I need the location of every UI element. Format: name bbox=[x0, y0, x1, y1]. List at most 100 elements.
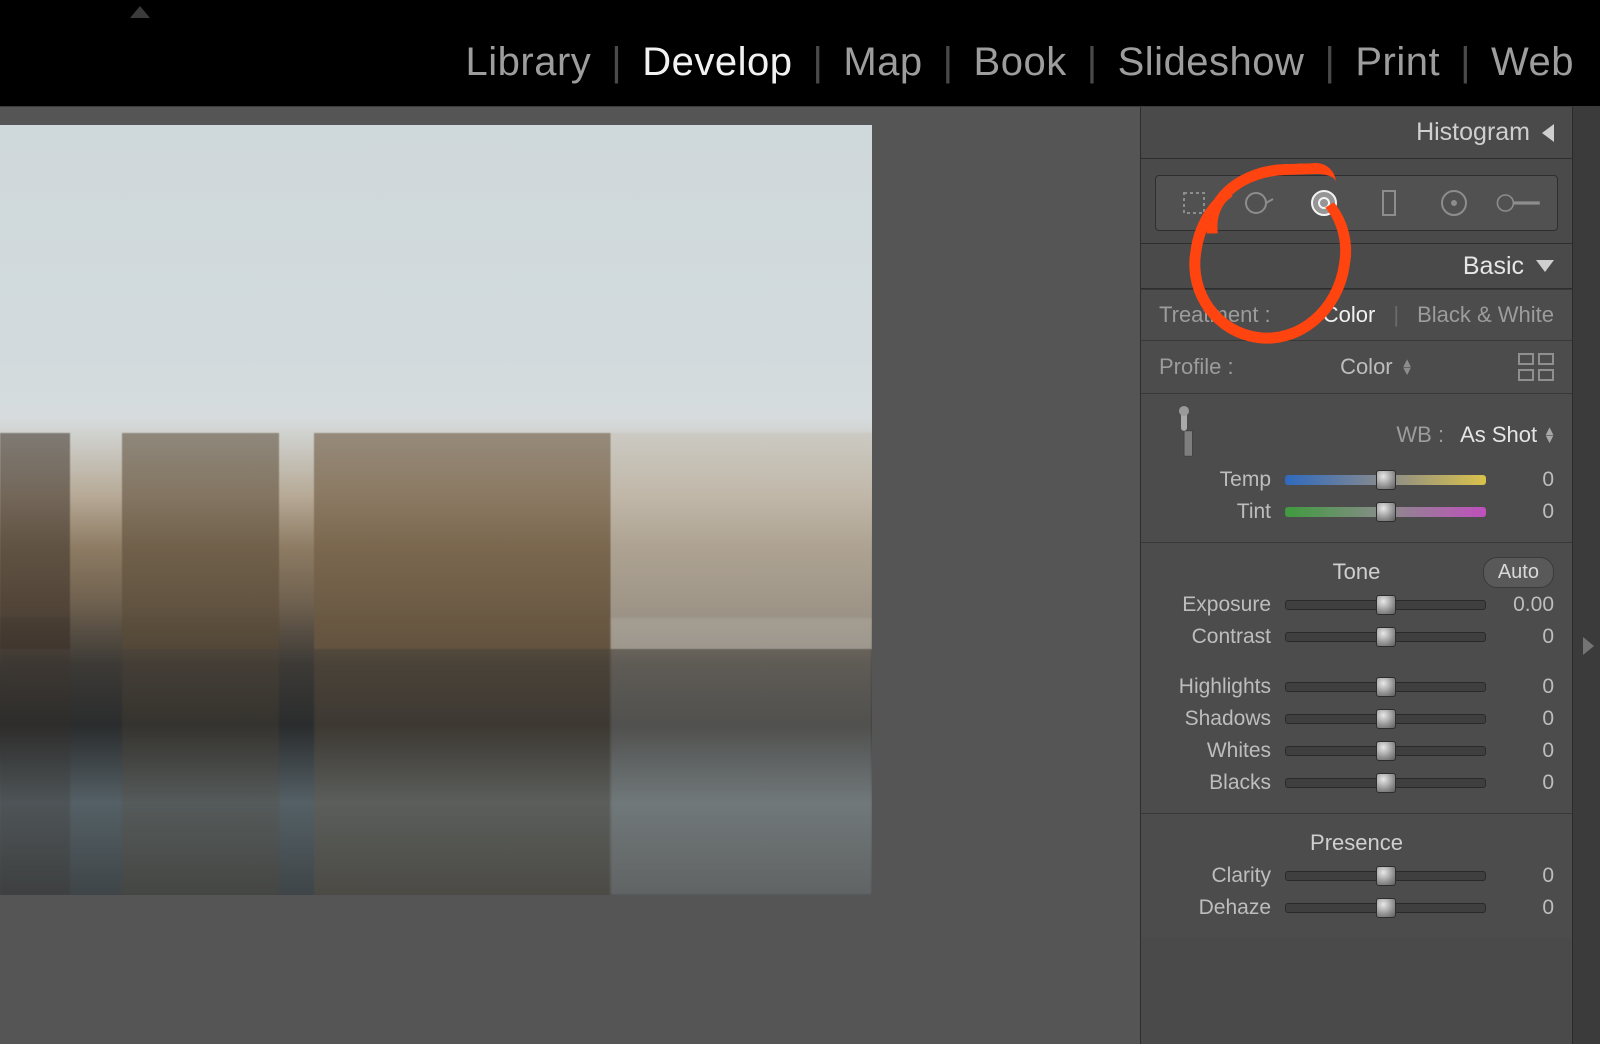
adjustment-brush-tool[interactable] bbox=[1495, 183, 1543, 223]
temp-slider-row: Temp 0 bbox=[1159, 468, 1554, 492]
whites-slider-row: Whites 0 bbox=[1159, 739, 1554, 763]
tint-slider-row: Tint 0 bbox=[1159, 500, 1554, 524]
tint-slider[interactable] bbox=[1285, 507, 1486, 517]
profile-value: Color bbox=[1340, 354, 1393, 380]
graduated-filter-tool[interactable] bbox=[1365, 183, 1413, 223]
contrast-slider[interactable] bbox=[1285, 632, 1486, 642]
module-web[interactable]: Web bbox=[1485, 40, 1580, 85]
dehaze-value[interactable]: 0 bbox=[1500, 896, 1554, 920]
histogram-panel-header[interactable]: Histogram bbox=[1141, 107, 1572, 159]
tint-slider-thumb[interactable] bbox=[1376, 502, 1396, 522]
basic-label: Basic bbox=[1463, 252, 1524, 281]
wb-value: As Shot bbox=[1460, 422, 1537, 448]
image-viewer[interactable] bbox=[0, 107, 1140, 1044]
module-divider: | bbox=[929, 40, 968, 85]
contrast-slider-thumb[interactable] bbox=[1376, 627, 1396, 647]
shadows-slider-thumb[interactable] bbox=[1376, 709, 1396, 729]
whites-slider[interactable] bbox=[1285, 746, 1486, 756]
module-divider: | bbox=[1446, 40, 1485, 85]
module-slideshow[interactable]: Slideshow bbox=[1112, 40, 1311, 85]
treatment-color[interactable]: Color bbox=[1323, 302, 1376, 328]
whites-value[interactable]: 0 bbox=[1500, 739, 1554, 763]
blacks-slider-thumb[interactable] bbox=[1376, 773, 1396, 793]
blacks-label: Blacks bbox=[1159, 771, 1271, 795]
exposure-slider[interactable] bbox=[1285, 600, 1486, 610]
photo-content bbox=[0, 125, 872, 895]
exposure-value[interactable]: 0.00 bbox=[1500, 593, 1554, 617]
develop-right-panel: Histogram bbox=[1140, 107, 1600, 1044]
exposure-slider-thumb[interactable] bbox=[1376, 595, 1396, 615]
treatment-section: Treatment : Color | Black & White bbox=[1141, 289, 1572, 340]
white-balance-eyedropper-icon[interactable] bbox=[1149, 400, 1220, 471]
basic-panel-header[interactable]: Basic bbox=[1141, 243, 1572, 289]
contrast-label: Contrast bbox=[1159, 625, 1271, 649]
dehaze-slider[interactable] bbox=[1285, 903, 1486, 913]
red-eye-tool[interactable] bbox=[1300, 183, 1348, 223]
presence-section: Presence Clarity 0 Dehaze 0 bbox=[1141, 813, 1572, 938]
clarity-slider-row: Clarity 0 bbox=[1159, 864, 1554, 888]
tint-label: Tint bbox=[1159, 500, 1271, 524]
module-divider: | bbox=[597, 40, 636, 85]
exposure-label: Exposure bbox=[1159, 593, 1271, 617]
highlights-value[interactable]: 0 bbox=[1500, 675, 1554, 699]
shadows-slider-row: Shadows 0 bbox=[1159, 707, 1554, 731]
highlights-slider-row: Highlights 0 bbox=[1159, 675, 1554, 699]
whites-slider-thumb[interactable] bbox=[1376, 741, 1396, 761]
updown-icon: ▲▼ bbox=[1543, 427, 1554, 443]
shadows-slider[interactable] bbox=[1285, 714, 1486, 724]
tint-value[interactable]: 0 bbox=[1500, 500, 1554, 524]
dehaze-slider-thumb[interactable] bbox=[1376, 898, 1396, 918]
dehaze-slider-row: Dehaze 0 bbox=[1159, 896, 1554, 920]
profile-section: Profile : Color ▲▼ bbox=[1141, 340, 1572, 393]
right-panel-expand-icon[interactable] bbox=[1583, 637, 1594, 655]
exposure-slider-row: Exposure 0.00 bbox=[1159, 593, 1554, 617]
workspace: Histogram bbox=[0, 106, 1600, 1044]
photo-preview[interactable] bbox=[0, 125, 872, 895]
tone-header: Tone Auto bbox=[1159, 559, 1554, 585]
dehaze-label: Dehaze bbox=[1159, 896, 1271, 920]
temp-slider[interactable] bbox=[1285, 475, 1486, 485]
whites-label: Whites bbox=[1159, 739, 1271, 763]
module-print[interactable]: Print bbox=[1349, 40, 1446, 85]
updown-icon: ▲▼ bbox=[1401, 359, 1412, 375]
triangle-left-icon bbox=[1542, 124, 1554, 142]
crop-tool[interactable] bbox=[1170, 183, 1218, 223]
module-book[interactable]: Book bbox=[968, 40, 1073, 85]
temp-value[interactable]: 0 bbox=[1500, 468, 1554, 492]
wb-dropdown[interactable]: As Shot ▲▼ bbox=[1460, 422, 1554, 448]
temp-slider-thumb[interactable] bbox=[1376, 470, 1396, 490]
blacks-value[interactable]: 0 bbox=[1500, 771, 1554, 795]
blacks-slider-row: Blacks 0 bbox=[1159, 771, 1554, 795]
tone-auto-button[interactable]: Auto bbox=[1483, 557, 1554, 588]
module-library[interactable]: Library bbox=[460, 40, 598, 85]
profile-browser-button[interactable] bbox=[1518, 353, 1554, 381]
clarity-value[interactable]: 0 bbox=[1500, 864, 1554, 888]
highlights-label: Highlights bbox=[1159, 675, 1271, 699]
tone-label: Tone bbox=[1333, 559, 1381, 585]
radial-filter-tool[interactable] bbox=[1430, 183, 1478, 223]
module-develop[interactable]: Develop bbox=[636, 40, 798, 85]
presence-label: Presence bbox=[1310, 830, 1403, 856]
tone-section: Tone Auto Exposure 0.00 Contrast 0 Highl… bbox=[1141, 542, 1572, 813]
contrast-value[interactable]: 0 bbox=[1500, 625, 1554, 649]
treatment-divider: | bbox=[1393, 302, 1399, 328]
module-divider: | bbox=[798, 40, 837, 85]
clarity-slider-thumb[interactable] bbox=[1376, 866, 1396, 886]
panel-scrollbar[interactable] bbox=[1572, 107, 1600, 1044]
spot-removal-tool[interactable] bbox=[1235, 183, 1283, 223]
shadows-label: Shadows bbox=[1159, 707, 1271, 731]
blacks-slider[interactable] bbox=[1285, 778, 1486, 788]
highlights-slider-thumb[interactable] bbox=[1376, 677, 1396, 697]
clarity-slider[interactable] bbox=[1285, 871, 1486, 881]
module-divider: | bbox=[1073, 40, 1112, 85]
white-balance-section: WB : As Shot ▲▼ Temp 0 Tint bbox=[1141, 393, 1572, 542]
profile-label: Profile : bbox=[1159, 354, 1234, 380]
shadows-value[interactable]: 0 bbox=[1500, 707, 1554, 731]
profile-dropdown[interactable]: Color ▲▼ bbox=[1340, 354, 1411, 380]
identity-plate-caret-icon[interactable] bbox=[130, 6, 150, 18]
contrast-slider-row: Contrast 0 bbox=[1159, 625, 1554, 649]
highlights-slider[interactable] bbox=[1285, 682, 1486, 692]
treatment-bw[interactable]: Black & White bbox=[1417, 302, 1554, 328]
module-map[interactable]: Map bbox=[837, 40, 928, 85]
local-tools-strip bbox=[1155, 175, 1558, 231]
